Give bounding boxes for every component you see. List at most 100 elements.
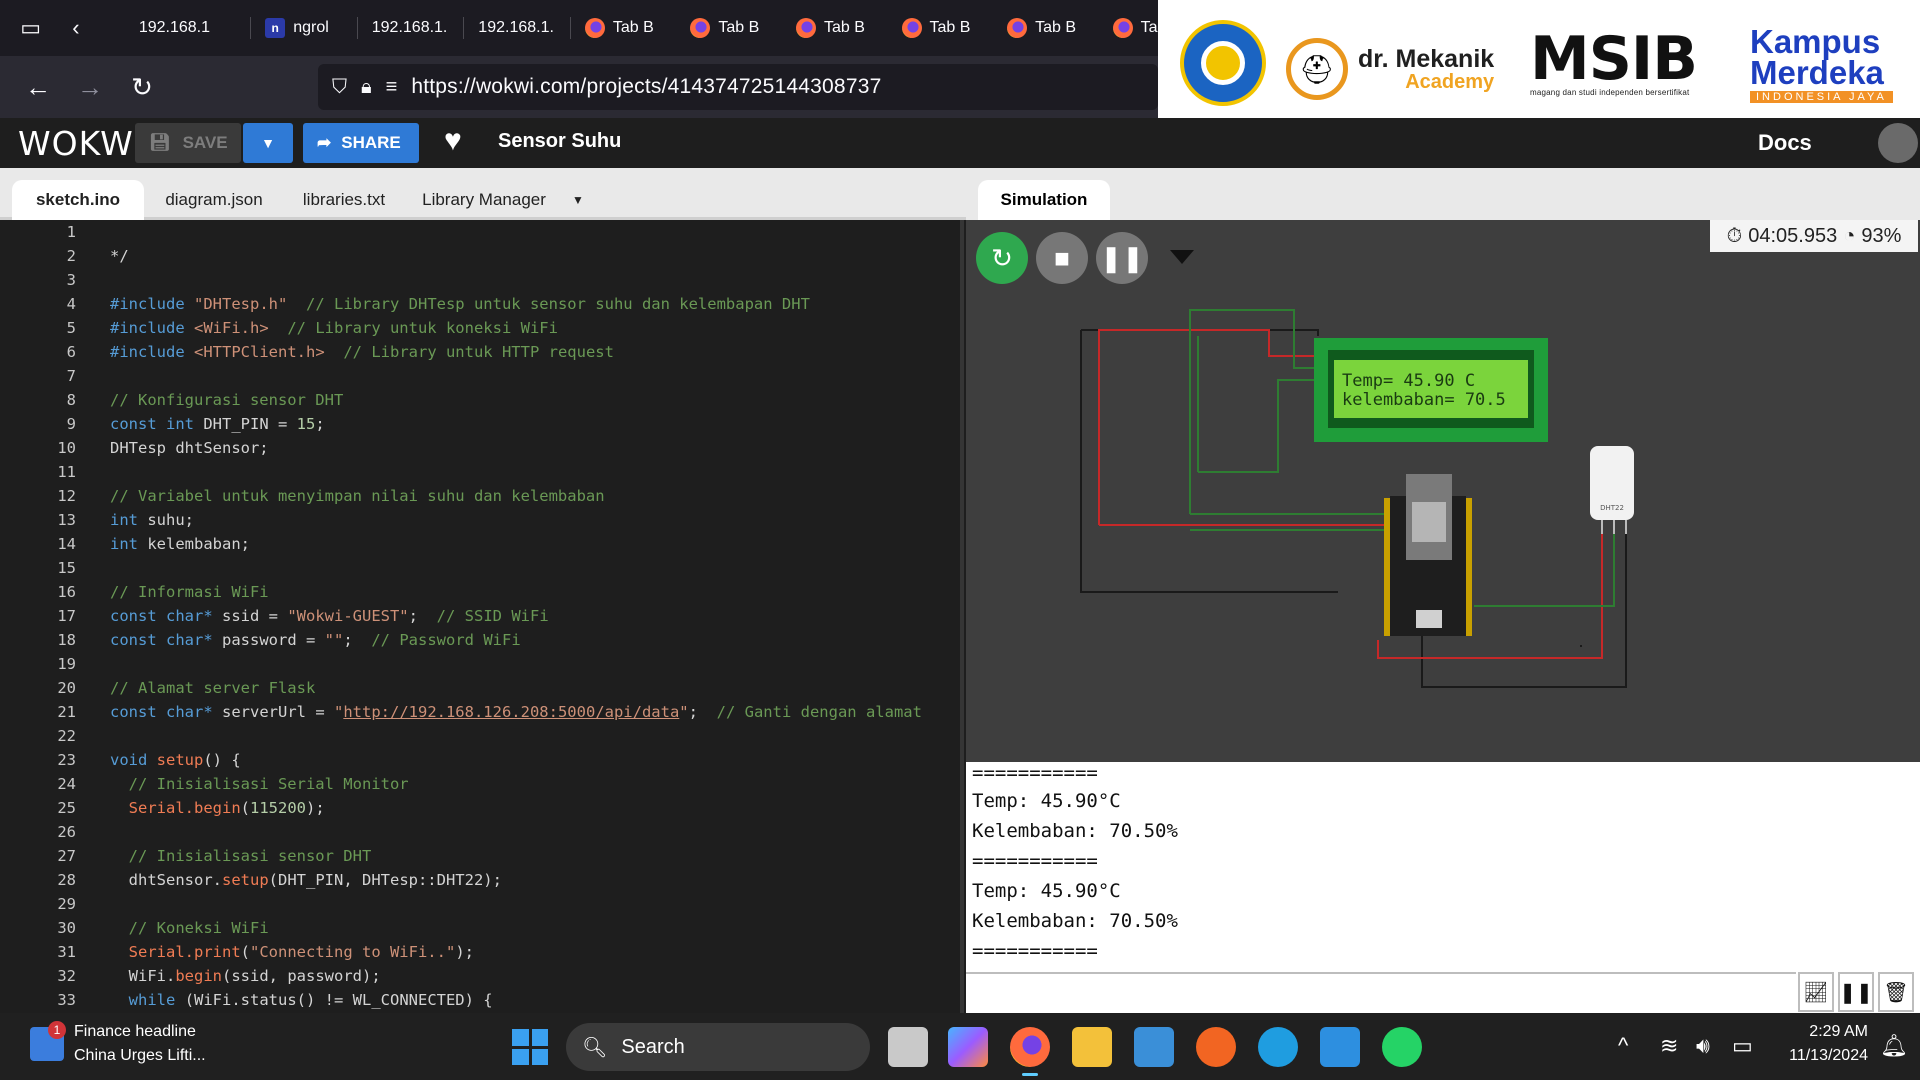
mekanik-sub: Academy [1405,70,1495,93]
browser-tab[interactable]: Tab B [782,5,888,51]
share-icon: ➦ [317,133,332,152]
heart-icon[interactable]: ♥ [444,124,462,158]
app-icon[interactable] [1196,1027,1236,1067]
lcd-line-1: Temp= 45.90 C [1342,371,1475,391]
chevron-down-icon: ▼ [261,135,275,151]
stop-button[interactable]: ■ [1036,232,1088,284]
browser-tab-strip: ▭ ‹ 192.168.1 n ngrol 192.168.1. 192.168.… [0,0,1158,56]
notification-bell-icon[interactable]: 🔔︎ [1880,1033,1908,1059]
wire-green [1198,379,1318,473]
share-button[interactable]: ➦ SHARE [303,123,419,163]
wifi-icon[interactable]: ≋ [1660,1033,1678,1059]
browser-tab[interactable]: 192.168.1. [464,5,570,51]
forward-arrow-icon[interactable]: → [64,65,116,109]
serial-input[interactable] [966,972,1796,1012]
trash-icon[interactable]: 🗑︎ [1878,972,1914,1012]
tab-libraries-txt[interactable]: libraries.txt [290,180,398,220]
browser-tab-title: ngrol [293,19,329,36]
tab-diagram-json[interactable]: diagram.json [154,180,274,220]
code-line: 30 // Koneksi WiFi [57,919,269,937]
browser-tab-title: Tab B [1035,19,1077,36]
editor-tabs: sketch.ino diagram.json libraries.txt Li… [0,168,966,220]
firefox-icon [1112,18,1133,38]
project-title[interactable]: Sensor Suhu [498,130,621,153]
code-line: 4 #include "DHTesp.h" // Library DHTesp u… [66,295,810,313]
chevron-up-icon[interactable]: ^ [1618,1033,1628,1059]
battery-icon[interactable]: ▭ [1732,1033,1753,1059]
url-text[interactable]: https://wokwi.com/projects/4143747251443… [411,75,881,99]
tab-library-manager[interactable]: Library Manager [414,180,554,220]
save-icon: 💾︎ [149,133,171,152]
edge-icon[interactable] [1258,1027,1298,1067]
usb-port [1416,610,1442,628]
browser-tab[interactable]: Tab B [571,5,677,51]
browser-tab[interactable]: 192.168.1. [358,5,464,51]
restart-button[interactable]: ↻ [976,232,1028,284]
explorer-icon[interactable] [1072,1027,1112,1067]
restart-icon: ↻ [991,242,1013,273]
taskbar-search[interactable]: 🔍︎ Search [566,1023,870,1071]
shield-icon[interactable]: ⛉ [332,76,347,99]
volume-icon[interactable]: 🔊︎ [1696,1033,1710,1059]
chevron-left-icon[interactable]: ‹ [53,5,98,51]
pause-icon[interactable]: ❚❚ [1838,972,1874,1012]
start-icon[interactable] [512,1029,548,1065]
save-dropdown-button[interactable]: ▼ [243,123,293,163]
editor-scrollbar[interactable] [960,220,964,1013]
url-bar[interactable]: ⛉ 🔒︎ ≡ https://wokwi.com/projects/414374… [318,64,1158,110]
code-line: 18 const char* password = ""; // Password… [57,631,521,649]
code-line: 23 void setup() { [57,751,241,769]
tab-sketch-ino[interactable]: sketch.ino [12,180,144,220]
code-line: 32 WiFi.begin(ssid, password); [57,967,381,985]
pause-button[interactable]: ❚❚ [1096,232,1148,284]
browser-tab[interactable]: n ngrol [251,5,357,51]
save-button[interactable]: 💾︎ SAVE [135,123,241,163]
kampus-tagline: INDONESIA JAYA [1750,90,1893,104]
msib-word: MSIB [1530,24,1698,94]
copilot-icon[interactable] [948,1027,988,1067]
tab-list-icon[interactable]: ▭ [8,5,53,51]
dht22-label: DHT22 [1600,504,1624,512]
serial-line: Kelembaban: 70.50% [972,820,1178,842]
lock-icon[interactable]: 🔒︎ [361,76,372,99]
lcd-line-2: kelembaban= 70.5 [1342,390,1506,410]
plotter-icon[interactable]: 📈︎ [1798,972,1834,1012]
firefox-icon [795,18,816,38]
stopwatch-icon: ⏱︎ [1726,224,1743,247]
news-title[interactable]: Finance headline [74,1023,196,1041]
browser-tab-title: 192.168.1. [371,19,448,36]
browser-tab[interactable]: Tab B [888,5,994,51]
wire-green [1189,309,1318,514]
clock-date[interactable]: 11/13/2024 [1776,1047,1868,1065]
notepad-icon[interactable] [1134,1027,1174,1067]
clock-time[interactable]: 2:29 AM [1808,1023,1868,1041]
esp32-shield [1412,502,1446,542]
save-label: SAVE [182,133,228,152]
code-editor[interactable]: 1 2 */ 3 4 #include "DHTesp.h" // Library … [0,220,966,1013]
reload-icon[interactable]: ↻ [116,65,168,109]
browser-tab[interactable]: Tab [1099,5,1158,51]
simulation-canvas[interactable]: Temp= 45.90 C kelembaban= 70.5 DHT22 ↻ ■… [966,220,1920,762]
code-line: 15 [57,559,76,577]
avatar[interactable] [1878,123,1918,163]
whatsapp-icon[interactable] [1382,1027,1422,1067]
simulation-menu-dropdown[interactable] [1170,250,1194,264]
permissions-icon[interactable]: ≡ [386,76,398,99]
vscode-icon[interactable] [1320,1027,1360,1067]
back-arrow-icon[interactable]: ← [12,65,64,109]
browser-tab[interactable]: 192.168.1 [99,5,251,51]
browser-tab[interactable]: Tab B [993,5,1099,51]
news-subtitle[interactable]: China Urges Lifti... [74,1047,206,1065]
tab-simulation[interactable]: Simulation [978,180,1110,220]
code-line: 14 int kelembaban; [57,535,250,553]
code-line: 2 */ [66,247,129,265]
serial-monitor: =========== Temp: 45.90°C Kelembaban: 70… [966,762,1920,1013]
firefox-icon[interactable] [1010,1027,1050,1076]
wokwi-logo[interactable]: WOKWI [18,124,144,163]
browser-tab[interactable]: Tab B [676,5,782,51]
docs-link[interactable]: Docs [1758,130,1812,156]
tabs-menu-icon[interactable]: ▼ [564,180,592,220]
code-line: 27 // Inisialisasi sensor DHT [57,847,372,865]
esp32-pins-right [1466,498,1472,636]
task-view-icon[interactable] [888,1027,928,1067]
